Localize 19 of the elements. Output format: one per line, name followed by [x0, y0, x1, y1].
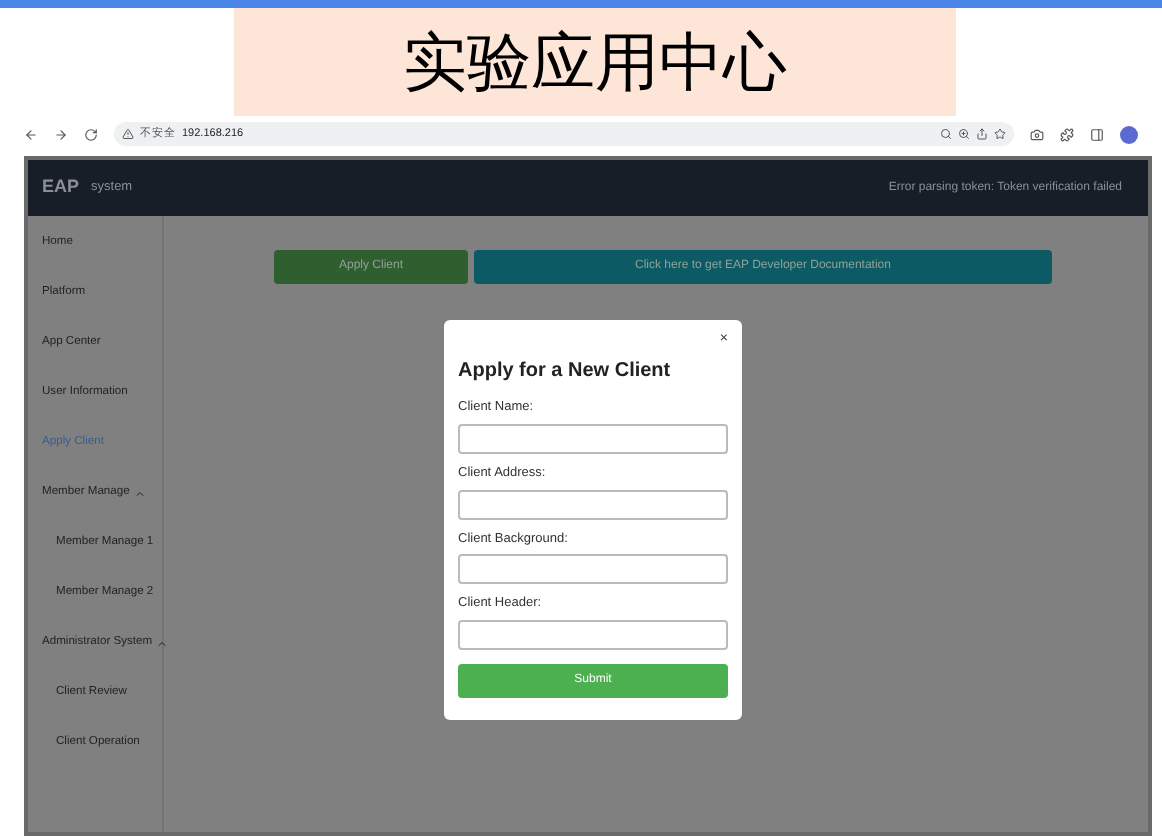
puzzle-icon[interactable]: [1060, 127, 1074, 141]
reload-icon[interactable]: [84, 127, 98, 141]
share-icon[interactable]: [976, 128, 988, 140]
avatar-icon[interactable]: [1120, 125, 1138, 143]
slide-title: 实验应用中心: [234, 8, 956, 116]
camera-icon[interactable]: [1030, 127, 1044, 141]
back-icon[interactable]: [24, 127, 38, 141]
star-icon[interactable]: [994, 128, 1006, 140]
forward-icon[interactable]: [54, 127, 68, 141]
search-icon[interactable]: [940, 128, 952, 140]
warning-icon: [122, 128, 134, 140]
sidebar-icon[interactable]: [1090, 127, 1104, 141]
zoom-icon[interactable]: [958, 128, 970, 140]
input-field[interactable]: [458, 423, 728, 454]
logo: EAP: [42, 174, 80, 201]
input-field[interactable]: [458, 489, 728, 519]
input-field[interactable]: [458, 620, 728, 650]
input-field[interactable]: [458, 554, 728, 585]
modal-title: Apply for a New Client: [458, 358, 673, 386]
